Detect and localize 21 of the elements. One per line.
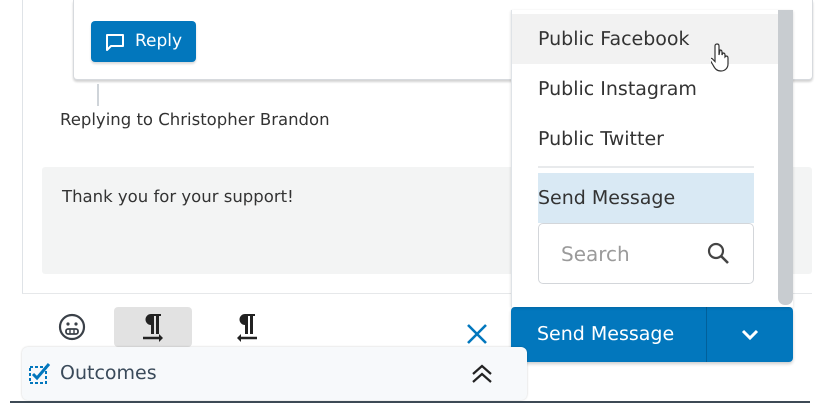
close-button[interactable] [466,321,488,345]
checkbox-checked-icon [28,362,52,386]
send-message-button[interactable]: Send Message [511,307,706,362]
replying-to-label: Replying to Christopher Brandon [60,109,331,131]
dropdown-toggle-button[interactable] [706,307,793,362]
menu-item[interactable]: Public Facebook [512,14,779,64]
reply-button[interactable]: Reply [91,21,196,62]
menu-item[interactable]: Send Message [538,173,754,223]
scrollbar[interactable] [778,10,793,305]
paragraph-ltr-icon [140,312,166,342]
close-icon [466,322,488,345]
menu-item[interactable]: Public Instagram [512,64,779,114]
left-to-right-button[interactable] [114,307,192,347]
speech-bubble-icon [105,32,125,50]
double-chevron-up-icon [471,364,493,384]
outcomes-title: Outcomes [60,361,157,386]
search-icon [706,241,730,265]
grimace-face-icon [58,313,86,341]
chevron-down-icon [741,328,759,340]
menu-item[interactable]: Public Twitter [512,114,779,164]
search-field[interactable]: Search [538,223,754,284]
